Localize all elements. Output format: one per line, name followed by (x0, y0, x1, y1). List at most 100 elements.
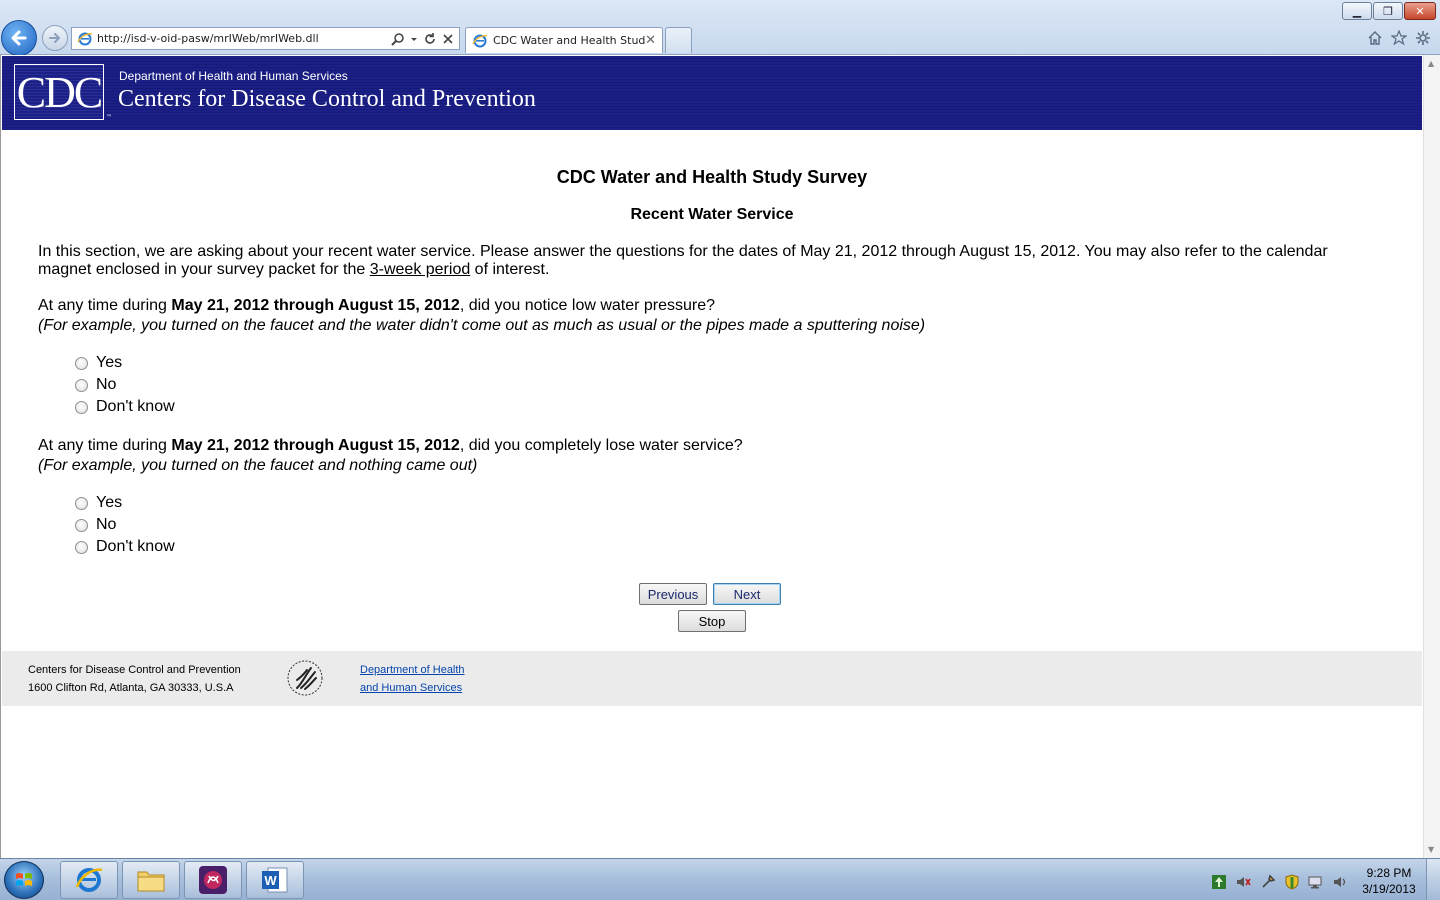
intro-text: In this section, we are asking about you… (38, 243, 1328, 278)
tab-cdc-survey[interactable]: CDC Water and Health Study ✕ (465, 27, 663, 53)
hhs-link-line1[interactable]: Department of Health (360, 664, 465, 676)
option-label: Don't know (96, 398, 175, 415)
page-footer: Centers for Disease Control and Preventi… (2, 651, 1422, 706)
footer-org-name: Centers for Disease Control and Preventi… (28, 664, 241, 676)
address-bar[interactable]: http://isd-v-oid-pasw/mrIWeb/mrIWeb.dll (71, 27, 460, 50)
windows-logo-icon (16, 873, 32, 886)
radio-button[interactable] (75, 378, 88, 392)
minimize-button[interactable]: ▁ (1342, 2, 1372, 20)
home-icon[interactable] (1365, 28, 1385, 48)
address-tools (391, 32, 459, 46)
browser-chrome: ▁ ❐ ✕ http://isd-v-oid-pasw/mrIWeb/mrIWe… (0, 0, 1440, 56)
word-icon: W (262, 867, 288, 893)
taskbar-ie-button[interactable] (60, 861, 118, 899)
restore-button[interactable]: ❐ (1373, 2, 1403, 20)
dropdown-icon[interactable] (410, 32, 418, 46)
option-label: No (96, 376, 117, 393)
stop-button[interactable]: Stop (678, 610, 746, 632)
option-label: Yes (96, 494, 123, 511)
security-shield-tray-icon[interactable] (1284, 874, 1300, 890)
close-icon: ✕ (1415, 4, 1425, 18)
trademark-mark: ™ (106, 114, 112, 121)
scroll-down-icon[interactable]: ▼ (1428, 845, 1434, 854)
internet-explorer-icon (75, 868, 103, 892)
forward-button[interactable] (42, 25, 68, 51)
tools-tray-icon[interactable] (1260, 874, 1276, 890)
window-controls: ▁ ❐ ✕ (1342, 2, 1436, 20)
option-label: No (96, 516, 117, 533)
intro-text-end: of interest. (470, 261, 550, 278)
question-lose-service: At any time during May 21, 2012 through … (38, 437, 1368, 475)
stop-icon[interactable] (442, 33, 454, 45)
ie-page-icon (77, 32, 93, 45)
footer-address: 1600 Clifton Rd, Atlanta, GA 30333, U.S.… (28, 682, 234, 694)
folder-icon (137, 871, 165, 892)
option-q1-yes[interactable]: Yes (75, 353, 122, 373)
search-icon[interactable] (391, 32, 405, 46)
banner-agency-name: Centers for Disease Control and Preventi… (118, 86, 536, 112)
cdc-logo[interactable]: CDC (14, 64, 104, 120)
radio-button[interactable] (75, 518, 88, 532)
question-suffix: , did you notice low water pressure? (459, 297, 716, 314)
option-label: Don't know (96, 538, 175, 555)
app-ribbon-icon (199, 866, 227, 894)
taskbar-app-button[interactable] (184, 861, 242, 899)
option-q2-dont-know[interactable]: Don't know (75, 537, 175, 557)
question-note: (For example, you turned on the faucet a… (38, 317, 926, 334)
restore-icon: ❐ (1383, 4, 1393, 18)
question-low-pressure: At any time during May 21, 2012 through … (38, 297, 1368, 335)
question-dates: May 21, 2012 through August 15, 2012 (171, 297, 460, 314)
option-q1-no[interactable]: No (75, 375, 116, 395)
display-tray-icon[interactable] (1307, 874, 1323, 890)
volume-tray-icon[interactable] (1332, 874, 1348, 890)
clock-time[interactable]: 9:28 PM (1358, 866, 1420, 880)
settings-gear-icon[interactable] (1413, 28, 1433, 48)
network-tray-icon[interactable] (1211, 874, 1227, 890)
new-tab-button[interactable] (665, 27, 692, 53)
show-desktop-button[interactable] (1426, 859, 1440, 900)
svg-text:W: W (264, 873, 277, 888)
taskbar-explorer-button[interactable] (122, 861, 180, 899)
close-window-button[interactable]: ✕ (1404, 2, 1436, 20)
survey-title: CDC Water and Health Study Survey (556, 167, 868, 187)
vertical-scrollbar[interactable]: ▲ ▼ (1423, 55, 1440, 858)
start-button[interactable] (4, 861, 44, 899)
back-arrow-icon (11, 30, 27, 46)
cdc-banner: CDC ™ Department of Health and Human Ser… (2, 56, 1422, 130)
forward-arrow-icon (49, 33, 60, 43)
three-week-period-link[interactable]: 3-week period (370, 261, 471, 278)
cdc-logo-text: CDC (16, 67, 103, 117)
option-q2-no[interactable]: No (75, 515, 116, 535)
tab-ie-icon (472, 34, 488, 47)
hhs-link-line2[interactable]: and Human Services (360, 682, 462, 694)
taskbar-word-button[interactable]: W (246, 861, 304, 899)
question-suffix: , did you completely lose water service? (459, 437, 743, 454)
section-title: Recent Water Service (630, 206, 794, 223)
banner-department: Department of Health and Human Services (119, 69, 348, 83)
question-dates: May 21, 2012 through August 15, 2012 (171, 437, 460, 454)
hhs-eagle-seal-icon (287, 660, 323, 696)
page-viewport: CDC ™ Department of Health and Human Ser… (0, 55, 1440, 858)
scroll-up-icon[interactable]: ▲ (1428, 59, 1434, 68)
question-note: (For example, you turned on the faucet a… (38, 457, 478, 474)
radio-button[interactable] (75, 356, 88, 370)
radio-button[interactable] (75, 496, 88, 510)
intro-paragraph: In this section, we are asking about you… (38, 243, 1368, 279)
question-prefix: At any time during (38, 437, 172, 454)
taskbar: W 9:28 PM 3/19/2013 (0, 858, 1440, 900)
next-button[interactable]: Next (713, 583, 781, 605)
speaker-muted-tray-icon[interactable] (1235, 874, 1251, 890)
back-button[interactable] (1, 20, 37, 56)
option-q1-dont-know[interactable]: Don't know (75, 397, 175, 417)
option-label: Yes (96, 354, 123, 371)
radio-button[interactable] (75, 540, 88, 554)
clock-date[interactable]: 3/19/2013 (1358, 882, 1420, 896)
refresh-icon[interactable] (423, 32, 437, 46)
url-text[interactable]: http://isd-v-oid-pasw/mrIWeb/mrIWeb.dll (97, 32, 391, 45)
question-prefix: At any time during (38, 297, 172, 314)
favorites-star-icon[interactable] (1389, 28, 1409, 48)
radio-button[interactable] (75, 400, 88, 414)
option-q2-yes[interactable]: Yes (75, 493, 122, 513)
tab-close-icon[interactable]: ✕ (645, 33, 656, 48)
previous-button[interactable]: Previous (639, 583, 707, 605)
